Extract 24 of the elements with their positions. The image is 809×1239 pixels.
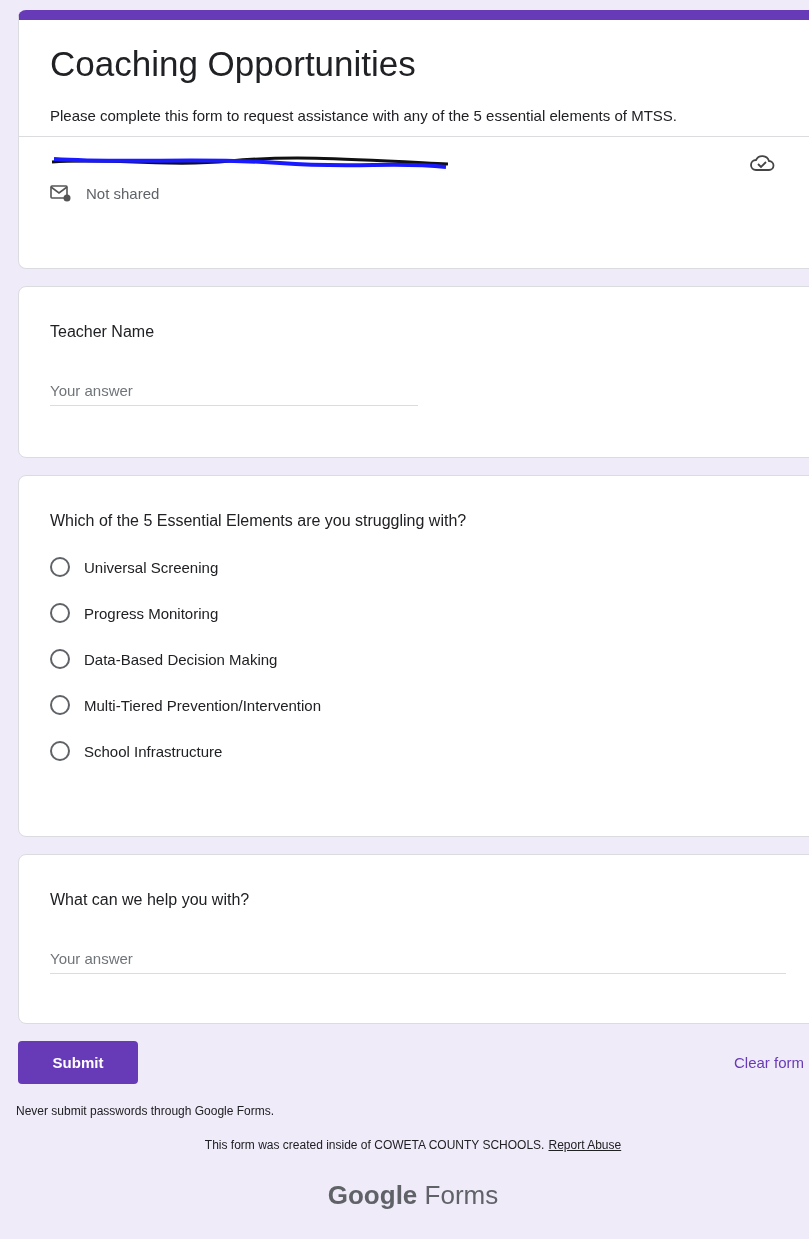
option-label: Universal Screening	[84, 558, 219, 576]
radio-button[interactable]	[50, 557, 70, 577]
option-label: Multi-Tiered Prevention/Intervention	[84, 696, 322, 714]
radio-button[interactable]	[50, 649, 70, 669]
question-label: Teacher Name	[50, 322, 156, 342]
password-warning: Never submit passwords through Google Forms.	[16, 1104, 276, 1118]
radio-button[interactable]	[50, 603, 70, 623]
creation-note: This form was created inside of COWETA COUNTY SCHOOLS.	[204, 1138, 545, 1152]
form-description: Please complete this form to request assistance with any of the 5 essential elements of MTSS.	[50, 106, 678, 126]
sharing-status: Not shared	[86, 184, 160, 202]
google-forms-logo: Google Forms	[327, 1180, 499, 1211]
option-label: School Infrastructure	[84, 742, 223, 760]
radio-button[interactable]	[50, 695, 70, 715]
clear-form-link[interactable]: Clear form	[734, 1054, 804, 1071]
radio-button[interactable]	[50, 741, 70, 761]
question-label: Which of the 5 Essential Elements are you struggling with?	[50, 511, 468, 531]
question-label: What can we help you with?	[50, 890, 251, 910]
option-label: Data-Based Decision Making	[84, 650, 278, 668]
mail-settings-icon	[50, 183, 72, 203]
form-title: Coaching Opportunities	[50, 43, 417, 85]
submit-button[interactable]: Submit	[18, 1041, 138, 1084]
option-label: Progress Monitoring	[84, 604, 219, 622]
report-abuse-link[interactable]: Report Abuse	[548, 1138, 622, 1152]
cloud-check-icon	[749, 153, 775, 173]
